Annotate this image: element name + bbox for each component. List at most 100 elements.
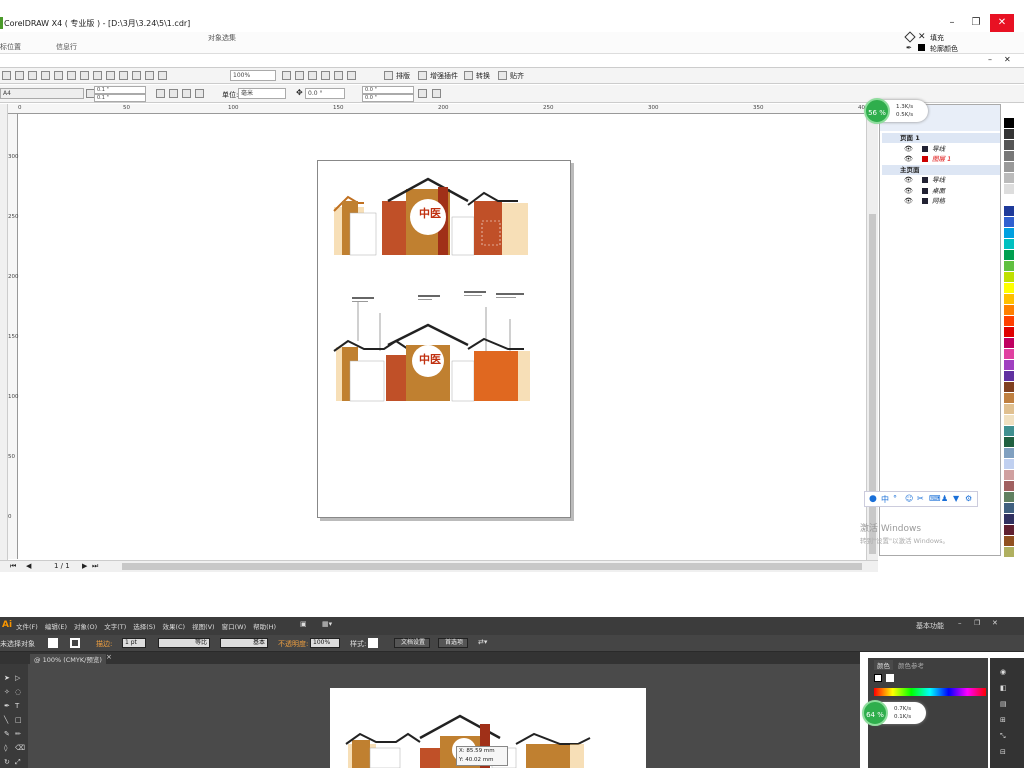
page-size-select[interactable]: A4 [0, 88, 84, 99]
layer-visibility-icon[interactable]: 👁 [904, 196, 913, 206]
publish-icon[interactable] [145, 71, 154, 80]
doc-minimize-icon[interactable]: – [988, 55, 992, 64]
menu-label-position[interactable]: 标位置 [0, 42, 21, 52]
color-spectrum[interactable] [874, 688, 986, 696]
page-prev-icon[interactable]: ◀ [26, 562, 31, 570]
layer-row[interactable]: 👁 图层 1 [882, 154, 1000, 164]
palette-swatch[interactable] [1004, 470, 1014, 480]
unit-select[interactable]: 毫米 [238, 88, 286, 99]
duplicate-y-field[interactable]: 0.0 " [362, 94, 414, 102]
toolbar-plugin[interactable]: 增强插件 [430, 71, 458, 81]
layer-row[interactable]: 主页面 [882, 164, 1000, 175]
type-tool-icon[interactable]: T [15, 702, 19, 710]
lasso-icon[interactable]: ◌ [15, 688, 21, 696]
save-icon[interactable] [28, 71, 37, 80]
scale-tool-icon[interactable]: ⤢ [15, 758, 21, 767]
palette-swatch[interactable] [1004, 459, 1014, 469]
fill-swatch[interactable] [48, 638, 58, 648]
ai-menu-item[interactable]: 选择(S) [133, 621, 155, 631]
all-pages-icon[interactable] [182, 89, 191, 98]
palette-swatch[interactable] [1004, 448, 1014, 458]
transform-icon[interactable]: ⤡ [1000, 732, 1006, 741]
layer-row[interactable]: 👁 网格 [882, 196, 1000, 206]
nudge-field[interactable]: 0.0 ° [305, 88, 345, 99]
ime-keyboard-icon[interactable]: ⌨ [929, 494, 941, 503]
palette-swatch[interactable] [1004, 338, 1014, 348]
zoom-width-icon[interactable] [334, 71, 343, 80]
zoom-select[interactable]: 100% [230, 70, 276, 81]
stroke-swatch[interactable] [70, 638, 80, 648]
portrait-icon[interactable] [156, 89, 165, 98]
palette-swatch[interactable] [1004, 404, 1014, 414]
pen-tool-icon[interactable]: ✒ [4, 702, 10, 710]
magic-wand-icon[interactable]: ✧ [4, 688, 10, 696]
ai-restore-icon[interactable]: ❐ [974, 619, 980, 627]
layer-visibility-icon[interactable]: 👁 [904, 175, 913, 185]
palette-swatch[interactable] [1004, 415, 1014, 425]
palette-swatch[interactable] [1004, 327, 1014, 337]
style-swatch[interactable] [368, 638, 378, 648]
blob-brush-icon[interactable]: ◊ [4, 744, 7, 752]
zoom-page-icon[interactable] [321, 71, 330, 80]
palette-swatch[interactable] [1004, 239, 1014, 249]
ai-menu-item[interactable]: 对象(O) [74, 621, 97, 631]
preferences-button[interactable]: 首选项 [438, 638, 468, 648]
copy-icon[interactable] [67, 71, 76, 80]
panel-tab-color[interactable]: 颜色 [874, 660, 893, 670]
convert-icon[interactable] [464, 71, 473, 80]
corel-page[interactable]: 中医 中医 [317, 160, 571, 518]
palette-swatch[interactable] [1004, 184, 1014, 194]
palette-swatch[interactable] [1004, 360, 1014, 370]
selection-tool-icon[interactable]: ➤ [4, 674, 10, 682]
current-page-icon[interactable] [195, 89, 204, 98]
layer-row[interactable]: 👁 桌面 [882, 186, 1000, 196]
app-launcher-icon[interactable] [158, 71, 167, 80]
ime-user-icon[interactable]: ♟ [941, 494, 948, 503]
layer-row[interactable]: 👁 导线 [882, 144, 1000, 154]
menu-label-info[interactable]: 信息行 [56, 42, 77, 52]
arrange-docs-icon[interactable]: ⇄▾ [478, 638, 487, 646]
plugin-icon[interactable] [418, 71, 427, 80]
duplicate-x-field[interactable]: 0.0 " [362, 86, 414, 94]
paste-icon[interactable] [80, 71, 89, 80]
undo-icon[interactable] [93, 71, 102, 80]
snap-icon[interactable] [498, 71, 507, 80]
palette-swatch[interactable] [1004, 228, 1014, 238]
bridge-icon[interactable]: ▣ [300, 620, 307, 628]
appearance-icon[interactable]: ◉ [1000, 668, 1006, 676]
landscape-icon[interactable] [169, 89, 178, 98]
opacity-label[interactable]: 不透明度: [278, 639, 308, 649]
direct-select-icon[interactable]: ▷ [15, 674, 20, 682]
palette-swatch[interactable] [1004, 294, 1014, 304]
pencil-icon[interactable]: ✏ [15, 730, 21, 738]
minimize-icon[interactable]: – [940, 14, 964, 32]
arrange-icon[interactable]: ▦▾ [322, 620, 332, 628]
doc-tab-close-icon[interactable]: × [106, 653, 112, 661]
palette-swatch[interactable] [1004, 382, 1014, 392]
palette-swatch[interactable] [1004, 151, 1014, 161]
ai-menu-item[interactable]: 文件(F) [16, 621, 38, 631]
doc-close-icon[interactable]: ✕ [1004, 55, 1011, 64]
palette-swatch[interactable] [1004, 525, 1014, 535]
ai-close-icon[interactable]: ✕ [992, 619, 998, 627]
ime-settings-icon[interactable]: ⚙ [965, 494, 972, 503]
page-first-icon[interactable]: ⏮ [10, 562, 16, 571]
layer-row[interactable]: 页面 1 [882, 133, 1000, 143]
new-icon[interactable] [2, 71, 11, 80]
zoom-in-icon[interactable] [282, 71, 291, 80]
palette-swatch[interactable] [1004, 283, 1014, 293]
ai-artboard[interactable]: X: 85.59 mm Y: 40.02 mm [330, 688, 646, 768]
ai-menu-item[interactable]: 编辑(E) [45, 621, 67, 631]
graphic-styles-icon[interactable]: ◧ [1000, 684, 1007, 692]
palette-swatch[interactable] [1004, 140, 1014, 150]
palette-swatch[interactable] [1004, 349, 1014, 359]
horizontal-ruler[interactable]: 050100150200250300350400 [8, 104, 869, 114]
palette-swatch[interactable] [1004, 162, 1014, 172]
none-swatch[interactable] [874, 674, 882, 682]
variable-width-profile[interactable]: 等比 [158, 638, 210, 648]
ime-punct-icon[interactable]: ° [893, 494, 897, 503]
layer-visibility-icon[interactable]: 👁 [904, 154, 913, 164]
palette-swatch[interactable] [1004, 514, 1014, 524]
artboards-icon[interactable]: ⊞ [1000, 716, 1006, 724]
palette-swatch[interactable] [1004, 492, 1014, 502]
